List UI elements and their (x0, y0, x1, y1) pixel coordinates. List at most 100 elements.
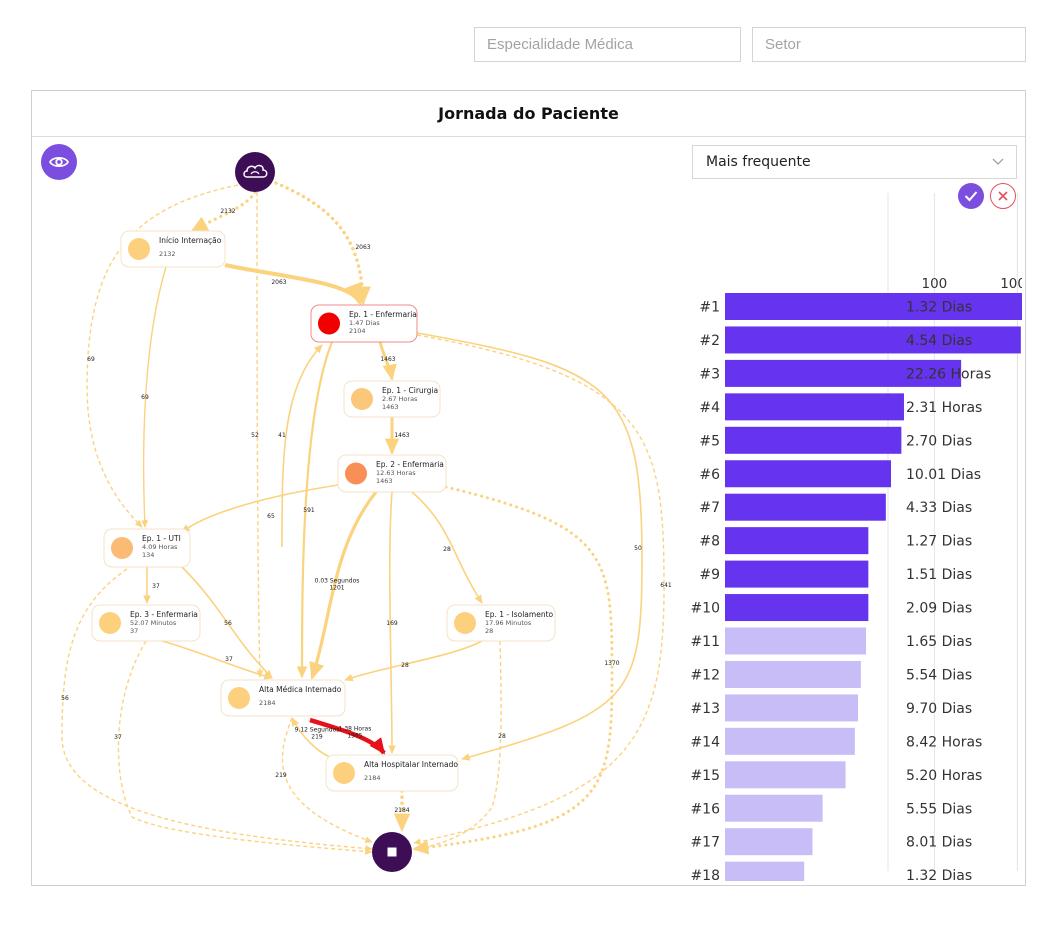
bar-row[interactable]: #14 8.42 Horas (690, 727, 982, 755)
flow-edge[interactable]: 37 (143, 567, 160, 604)
node-count: 1463 (382, 403, 399, 411)
bar[interactable] (725, 794, 823, 822)
node-title: Ep. 1 - Cirurgia (382, 386, 438, 395)
bar-rank-label: #11 (690, 634, 720, 650)
flow-edge[interactable]: 69 (141, 266, 167, 528)
flow-edge-label: 69 (87, 356, 95, 363)
flow-edge[interactable]: 65 (181, 482, 353, 533)
flow-edge[interactable]: 28 (344, 640, 483, 682)
flow-node[interactable]: Início Internação 2132 (120, 230, 226, 268)
bar[interactable] (725, 694, 858, 722)
bar-row[interactable]: #11 1.65 Dias (690, 627, 972, 655)
eye-icon (49, 156, 69, 168)
bar[interactable] (725, 293, 1022, 320)
flow-node[interactable]: Ep. 3 - Enfermaria52.07 Minutos37 (91, 604, 201, 642)
bar-row[interactable]: #7 4.33 Dias (699, 493, 972, 521)
bar-rank-label: #16 (690, 801, 720, 817)
bar-row[interactable]: #17 8.01 Dias (690, 828, 972, 856)
flow-edge[interactable]: 2132 (190, 190, 257, 233)
flow-edge[interactable]: 37 (114, 640, 373, 855)
node-status-dot (99, 612, 121, 634)
bar-row[interactable]: #5 2.70 Dias (699, 426, 972, 454)
specialty-filter-input[interactable] (474, 27, 741, 62)
bar[interactable] (725, 560, 869, 588)
flow-node[interactable]: Alta Médica Internado 2184 (220, 679, 346, 717)
eye-toggle-button[interactable] (41, 144, 77, 180)
bar-row[interactable]: #3 22.26 Horas (699, 359, 991, 387)
bar-row[interactable]: #6 10.01 Dias (699, 460, 981, 488)
flow-edge[interactable]: 591 (296, 341, 334, 679)
node-metric: 2184 (364, 774, 381, 782)
flow-edge[interactable]: 28 (411, 491, 483, 604)
bar-row[interactable]: #16 5.55 Dias (690, 794, 972, 822)
flow-edge[interactable]: 0.03 Segundos1201 (309, 491, 378, 680)
bar-row[interactable]: #18 1.32 Dias (690, 861, 972, 881)
bar[interactable] (725, 493, 886, 521)
bar[interactable] (725, 828, 813, 856)
journey-flow-graph: 2132 2063 69 52 2063 69 1463 1463 41 591 50 641 65 0.… (61, 152, 672, 872)
bar-rank-label: #17 (690, 835, 720, 851)
flow-edge-label: 56 (61, 695, 69, 702)
flow-edge[interactable]: 52 (251, 191, 264, 678)
node-metric: 52.07 Minutos (130, 619, 177, 627)
flow-edge-label: 28 (498, 733, 506, 740)
bar[interactable] (725, 761, 846, 789)
sort-order-select[interactable]: Mais frequente (692, 145, 1017, 179)
node-metric: 2.67 Horas (382, 395, 418, 403)
bar-rank-label: #2 (699, 333, 720, 349)
confirm-button[interactable] (958, 183, 984, 209)
node-metric: 4.09 Horas (142, 543, 178, 551)
flow-edge[interactable]: 2063 (224, 263, 363, 306)
flow-edge[interactable]: 2184 (393, 789, 411, 833)
bar-rank-label: #12 (690, 667, 720, 683)
flow-edge[interactable]: 41 (278, 344, 323, 548)
bar[interactable] (725, 594, 869, 622)
bar[interactable] (725, 627, 867, 655)
bar[interactable] (725, 326, 1021, 354)
flow-node[interactable]: Ep. 2 - Enfermaria12.63 Horas1463 (337, 454, 447, 493)
bar[interactable] (725, 527, 869, 555)
flow-edge[interactable]: 169 (386, 491, 398, 754)
bar[interactable] (725, 727, 855, 755)
flow-edge[interactable]: 1463 (384, 417, 410, 455)
bar-row[interactable]: #2 4.54 Dias (699, 326, 1021, 354)
bar-row[interactable]: #4 2.31 Horas (699, 393, 982, 421)
flow-edge[interactable]: 1370 (412, 485, 620, 855)
bar[interactable] (725, 460, 891, 488)
flow-node[interactable]: Ep. 1 - UTI4.09 Horas134 (103, 528, 191, 568)
bar-value-label: 2.09 Dias (906, 601, 972, 617)
node-status-dot (345, 462, 367, 485)
bar-rank-label: #18 (690, 868, 720, 881)
bar-row[interactable]: #12 5.54 Dias (690, 660, 972, 688)
bar-value-label: 1.32 Dias (906, 868, 972, 881)
bar-value-label: 4.33 Dias (906, 500, 972, 516)
bar-row[interactable]: #13 9.70 Dias (690, 694, 972, 722)
flow-node[interactable]: Ep. 1 - Isolamento17.96 Minutos28 (446, 604, 556, 642)
flow-node[interactable]: Ep. 1 - Enfermaria1.47 Dias2104 (310, 304, 418, 343)
bar[interactable] (725, 393, 904, 421)
flow-node[interactable]: Ep. 1 - Cirurgia2.67 Horas1463 (343, 380, 441, 418)
bar-row[interactable]: #1 1.32 Dias (699, 293, 1022, 320)
bar-row[interactable]: #10 2.09 Dias (690, 594, 972, 622)
cancel-button[interactable] (990, 183, 1016, 209)
node-count: 37 (130, 627, 138, 635)
bar[interactable] (725, 660, 861, 688)
bar[interactable] (725, 861, 805, 881)
flow-edge[interactable]: 28 (413, 640, 506, 852)
bar-rank-label: #4 (699, 400, 720, 416)
end-node[interactable] (372, 832, 412, 872)
bar-row[interactable]: #8 1.27 Dias (699, 527, 972, 555)
bar[interactable] (725, 426, 902, 454)
flow-edge-label: 50 (634, 545, 642, 552)
node-status-dot (111, 537, 133, 559)
panel-header: Jornada do Paciente (32, 91, 1025, 137)
bar-row[interactable]: #15 5.20 Horas (690, 761, 982, 789)
bar-row[interactable]: #9 1.51 Dias (699, 560, 972, 588)
flow-edge[interactable]: 1463 (378, 341, 397, 381)
flow-edge-label: 28 (443, 546, 451, 553)
flow-node[interactable]: Alta Hospitalar Internado 2184 (325, 754, 459, 792)
sector-filter-input[interactable] (752, 27, 1026, 62)
flow-edge-label: 41 (278, 432, 286, 439)
bar-value-label: 1.51 Dias (906, 567, 972, 583)
start-node[interactable] (235, 152, 275, 192)
